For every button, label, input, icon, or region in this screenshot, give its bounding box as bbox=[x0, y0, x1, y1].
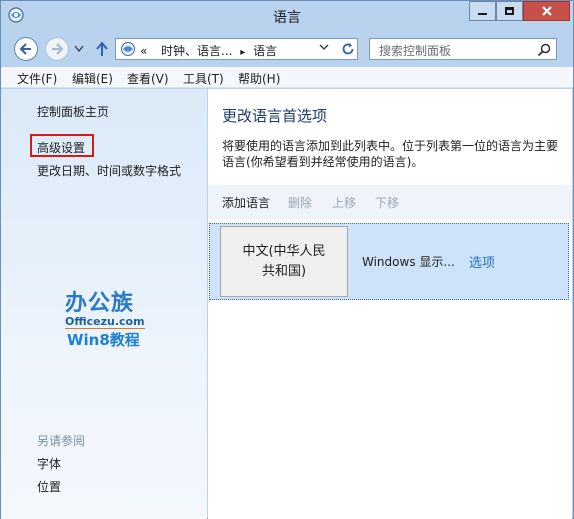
menu-file[interactable]: 文件(F) bbox=[17, 70, 57, 87]
chevron-down-icon bbox=[74, 45, 84, 52]
breadcrumb: « 时钟、语言... ▸ 语言 bbox=[140, 42, 277, 59]
address-dropdown-button[interactable] bbox=[319, 42, 329, 55]
watermark-tagline: Win8教程 bbox=[67, 331, 140, 349]
sidebar-link-fonts[interactable]: 字体 bbox=[37, 455, 61, 472]
page-title: 更改语言首选项 bbox=[222, 107, 328, 125]
back-button[interactable] bbox=[14, 37, 38, 61]
refresh-icon bbox=[342, 43, 354, 55]
back-arrow-icon bbox=[19, 43, 31, 55]
main-content: 更改语言首选项 将要使用的语言添加到此列表中。位于列表第一位的语言为主要语言(你… bbox=[208, 89, 572, 519]
search-input[interactable]: 搜索控制面板 bbox=[369, 38, 557, 60]
refresh-button[interactable] bbox=[340, 41, 356, 57]
menu-bar: 文件(F) 编辑(E) 查看(V) 工具(T) 帮助(H) bbox=[1, 67, 573, 88]
menu-view[interactable]: 查看(V) bbox=[127, 70, 169, 87]
search-icon[interactable] bbox=[536, 42, 552, 58]
language-name-tile[interactable]: 中文(中华人民共和国) bbox=[220, 226, 348, 297]
address-bar[interactable]: « 时钟、语言... ▸ 语言 bbox=[115, 38, 358, 60]
maximize-icon bbox=[505, 7, 514, 15]
close-button[interactable] bbox=[523, 1, 570, 21]
forward-button[interactable] bbox=[45, 37, 69, 61]
add-language-button[interactable]: 添加语言 bbox=[222, 194, 270, 211]
title-bar[interactable]: 语言 bbox=[1, 1, 573, 31]
page-description: 将要使用的语言添加到此列表中。位于列表第一位的语言为主要语言(你希望看到并经常使… bbox=[222, 139, 559, 169]
language-name: 中文(中华人民共和国) bbox=[242, 243, 326, 279]
watermark-url: Officezu.com bbox=[65, 315, 145, 328]
see-also-heading: 另请参阅 bbox=[37, 434, 86, 448]
sidebar-link-control-panel-home[interactable]: 控制面板主页 bbox=[37, 103, 109, 120]
remove-language-button[interactable]: 删除 bbox=[288, 194, 312, 211]
minimize-button[interactable] bbox=[469, 1, 496, 21]
watermark-brand: 办公族 bbox=[65, 291, 135, 316]
sidebar: 控制面板主页 高级设置 更改日期、时间或数字格式 办公族 Officezu.co… bbox=[1, 89, 207, 519]
language-toolbar: 添加语言 删除 上移 下移 bbox=[208, 185, 572, 219]
language-list-item[interactable]: 中文(中华人民共和国) Windows 显示... 选项 bbox=[209, 223, 569, 300]
forward-arrow-icon bbox=[52, 43, 64, 55]
breadcrumb-language[interactable]: 语言 bbox=[253, 44, 277, 58]
breadcrumb-clock-language[interactable]: 时钟、语言... bbox=[161, 44, 232, 58]
up-button[interactable] bbox=[93, 39, 111, 59]
menu-edit[interactable]: 编辑(E) bbox=[72, 70, 113, 87]
window: 语言 « 时钟、语言... ▸ 语言 搜索控制面板 文件(F) 编辑(E) 查看… bbox=[0, 0, 574, 519]
recent-locations-button[interactable] bbox=[73, 42, 85, 56]
menu-help[interactable]: 帮助(H) bbox=[238, 70, 280, 87]
menu-tools[interactable]: 工具(T) bbox=[183, 70, 224, 87]
move-up-button[interactable]: 上移 bbox=[332, 194, 356, 211]
chevron-down-icon bbox=[319, 44, 329, 50]
breadcrumb-overflow[interactable]: « bbox=[140, 44, 147, 58]
watermark-logo: 办公族 Officezu.com Win8教程 bbox=[59, 285, 159, 355]
control-panel-icon bbox=[120, 41, 136, 57]
navigation-bar: « 时钟、语言... ▸ 语言 搜索控制面板 bbox=[1, 33, 573, 65]
minimize-icon bbox=[478, 13, 487, 15]
close-icon bbox=[541, 6, 552, 16]
sidebar-link-location[interactable]: 位置 bbox=[37, 478, 61, 495]
language-options-link[interactable]: 选项 bbox=[469, 252, 495, 271]
sidebar-link-advanced-settings[interactable]: 高级设置 bbox=[37, 139, 85, 156]
sidebar-link-date-time-format[interactable]: 更改日期、时间或数字格式 bbox=[37, 162, 181, 179]
language-status: Windows 显示... bbox=[362, 255, 455, 269]
breadcrumb-separator[interactable]: ▸ bbox=[240, 47, 245, 58]
move-down-button[interactable]: 下移 bbox=[375, 194, 399, 211]
search-placeholder: 搜索控制面板 bbox=[379, 44, 452, 58]
up-arrow-icon bbox=[96, 41, 108, 56]
maximize-button[interactable] bbox=[496, 1, 523, 21]
